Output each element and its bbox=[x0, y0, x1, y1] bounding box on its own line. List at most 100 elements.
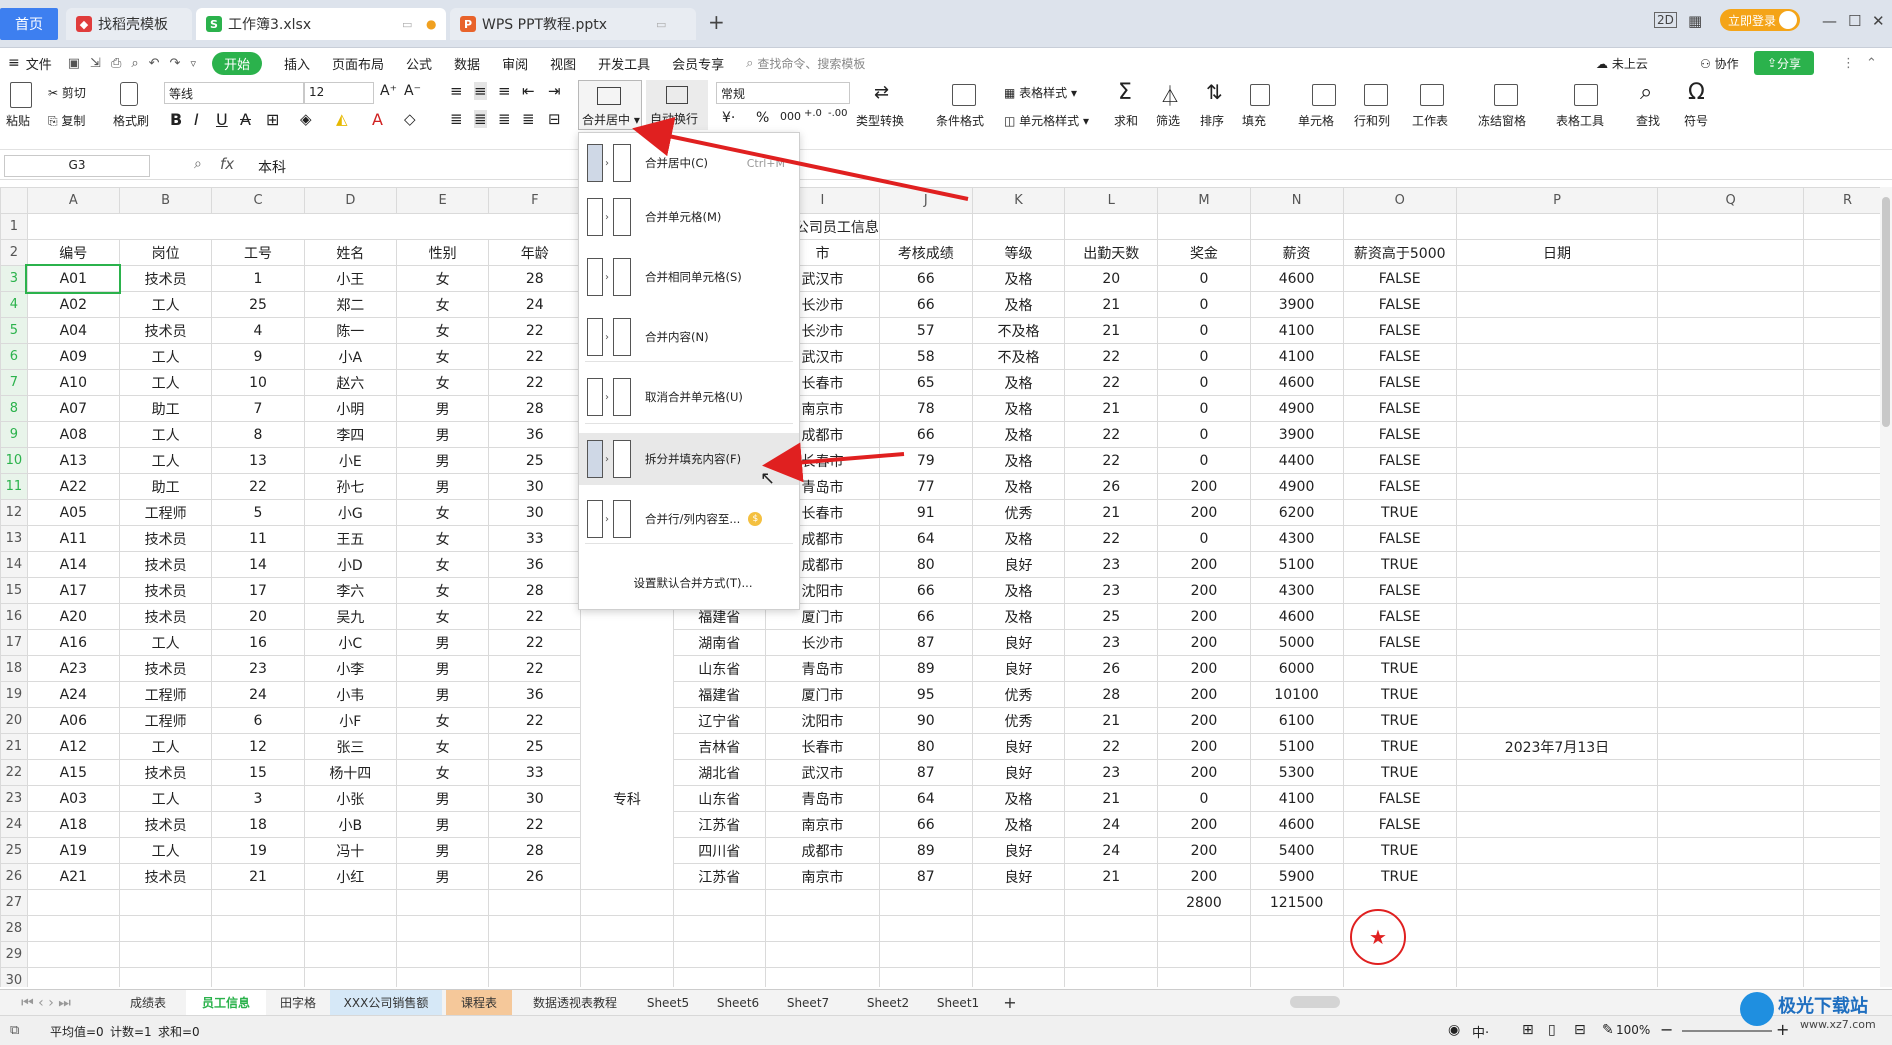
cell[interactable] bbox=[1657, 239, 1805, 266]
cell[interactable]: 良好 bbox=[971, 759, 1066, 786]
cell[interactable] bbox=[396, 889, 490, 916]
cell[interactable] bbox=[1803, 473, 1892, 500]
cell[interactable] bbox=[765, 889, 880, 916]
cell[interactable] bbox=[1657, 733, 1805, 760]
cell[interactable] bbox=[1249, 213, 1344, 240]
cell[interactable]: FALSE bbox=[1342, 421, 1457, 448]
column-title[interactable]: 岗位 bbox=[118, 239, 213, 266]
cell[interactable] bbox=[1803, 785, 1892, 812]
sheet-tab[interactable]: XXX公司销售额 bbox=[330, 990, 442, 1015]
cell[interactable]: 技术员 bbox=[118, 603, 213, 630]
cell[interactable]: 男 bbox=[396, 395, 490, 422]
column-header-l[interactable]: L bbox=[1064, 187, 1159, 214]
cell[interactable]: A23 bbox=[26, 655, 120, 682]
cell[interactable]: A08 bbox=[26, 421, 120, 448]
cell[interactable]: 女 bbox=[396, 525, 490, 552]
cell[interactable]: 6200 bbox=[1249, 499, 1344, 526]
cell[interactable] bbox=[580, 863, 674, 890]
cell[interactable]: 6100 bbox=[1249, 707, 1344, 734]
cell[interactable] bbox=[1803, 291, 1892, 318]
normal-view-icon[interactable]: ⊞ bbox=[1522, 1022, 1534, 1038]
align-bottom-icon[interactable]: ≡ bbox=[498, 82, 511, 100]
cell[interactable] bbox=[1657, 941, 1805, 968]
cell[interactable]: A20 bbox=[26, 603, 120, 630]
cell[interactable]: A05 bbox=[26, 499, 120, 526]
cell[interactable] bbox=[1157, 213, 1251, 240]
cell[interactable]: A01 bbox=[25, 263, 122, 294]
cell[interactable]: 22 bbox=[211, 473, 305, 500]
table-style-button[interactable]: ▦ 表格样式 ▾ bbox=[1004, 84, 1077, 101]
justify-icon[interactable]: ≣ bbox=[522, 110, 535, 128]
cell[interactable] bbox=[1803, 239, 1892, 266]
cell[interactable] bbox=[1455, 837, 1659, 864]
sheet-tab[interactable]: 员工信息 bbox=[186, 990, 266, 1015]
cell[interactable] bbox=[1803, 577, 1892, 604]
cell[interactable] bbox=[1657, 421, 1805, 448]
cell[interactable]: 小红 bbox=[303, 863, 398, 890]
cell[interactable] bbox=[303, 967, 398, 987]
cell[interactable]: 男 bbox=[396, 421, 490, 448]
cell[interactable]: 南京市 bbox=[765, 811, 880, 838]
cell[interactable]: A16 bbox=[26, 629, 120, 656]
cell[interactable]: 成都市 bbox=[765, 837, 880, 864]
cell[interactable] bbox=[1064, 213, 1159, 240]
cell[interactable]: 25 bbox=[488, 447, 582, 474]
cell[interactable]: 33 bbox=[488, 525, 582, 552]
underline-icon[interactable]: U bbox=[216, 110, 228, 129]
menu-formula[interactable]: 公式 bbox=[406, 54, 432, 73]
cell[interactable] bbox=[1803, 421, 1892, 448]
cell[interactable]: 4400 bbox=[1249, 447, 1344, 474]
cell[interactable]: 16 bbox=[211, 629, 305, 656]
cell[interactable]: 技术员 bbox=[118, 759, 213, 786]
row-header[interactable]: 2 bbox=[0, 239, 28, 266]
merge-menu-item[interactable]: › 合并内容(N) bbox=[579, 311, 799, 363]
row-header[interactable]: 21 bbox=[0, 733, 28, 760]
cell[interactable] bbox=[1657, 499, 1805, 526]
cell[interactable]: 8 bbox=[211, 421, 305, 448]
sheet-tab[interactable]: Sheet2 bbox=[856, 990, 920, 1015]
cell[interactable]: 小李 bbox=[303, 655, 398, 682]
cell[interactable]: 90 bbox=[878, 707, 973, 734]
cell[interactable]: 5000 bbox=[1249, 629, 1344, 656]
cell[interactable] bbox=[211, 889, 305, 916]
cell[interactable]: 28 bbox=[1064, 681, 1159, 708]
cell[interactable]: FALSE bbox=[1342, 525, 1457, 552]
formula-input[interactable]: 本科 bbox=[258, 157, 286, 177]
merge-center-group[interactable]: 合并居中 ▾ bbox=[578, 80, 642, 130]
cell[interactable]: 200 bbox=[1157, 759, 1251, 786]
cell[interactable]: 女 bbox=[396, 317, 490, 344]
cell[interactable] bbox=[1342, 889, 1457, 916]
cell[interactable]: 李六 bbox=[303, 577, 398, 604]
cell[interactable] bbox=[1455, 551, 1659, 578]
menu-file[interactable]: 文件 bbox=[26, 54, 52, 73]
cell[interactable] bbox=[1803, 863, 1892, 890]
cell[interactable]: 良好 bbox=[971, 629, 1066, 656]
cell[interactable] bbox=[1657, 551, 1805, 578]
redo-icon[interactable]: ↷ bbox=[170, 56, 181, 71]
cell[interactable] bbox=[580, 837, 674, 864]
page-break-view-icon[interactable]: ⊟ bbox=[1574, 1022, 1586, 1038]
cell[interactable]: 22 bbox=[488, 603, 582, 630]
cell[interactable] bbox=[1803, 941, 1892, 968]
cell[interactable]: 陈一 bbox=[303, 317, 398, 344]
cell[interactable]: 30 bbox=[488, 473, 582, 500]
tab-ppt[interactable]: P WPS PPT教程.pptx ▭ bbox=[450, 8, 696, 40]
type-convert-icon[interactable]: ⇄ bbox=[874, 82, 889, 103]
cell[interactable]: 李四 bbox=[303, 421, 398, 448]
column-title[interactable]: 等级 bbox=[971, 239, 1066, 266]
cell[interactable]: 21 bbox=[1064, 395, 1159, 422]
cell[interactable]: 杨十四 bbox=[303, 759, 398, 786]
percent-icon[interactable]: % bbox=[756, 110, 769, 126]
column-header-j[interactable]: J bbox=[878, 187, 973, 214]
font-name-select[interactable]: 等线 bbox=[164, 82, 304, 104]
cell[interactable]: 湖南省 bbox=[672, 629, 767, 656]
column-title[interactable]: 出勤天数 bbox=[1064, 239, 1159, 266]
row-header[interactable]: 5 bbox=[0, 317, 28, 344]
cell[interactable] bbox=[211, 967, 305, 987]
cell[interactable]: 0 bbox=[1157, 395, 1251, 422]
row-header[interactable]: 4 bbox=[0, 291, 28, 318]
cell[interactable]: 66 bbox=[878, 577, 973, 604]
cell[interactable] bbox=[1657, 213, 1805, 240]
cell[interactable] bbox=[488, 889, 582, 916]
sort-icon[interactable]: ⇅ bbox=[1206, 80, 1223, 104]
